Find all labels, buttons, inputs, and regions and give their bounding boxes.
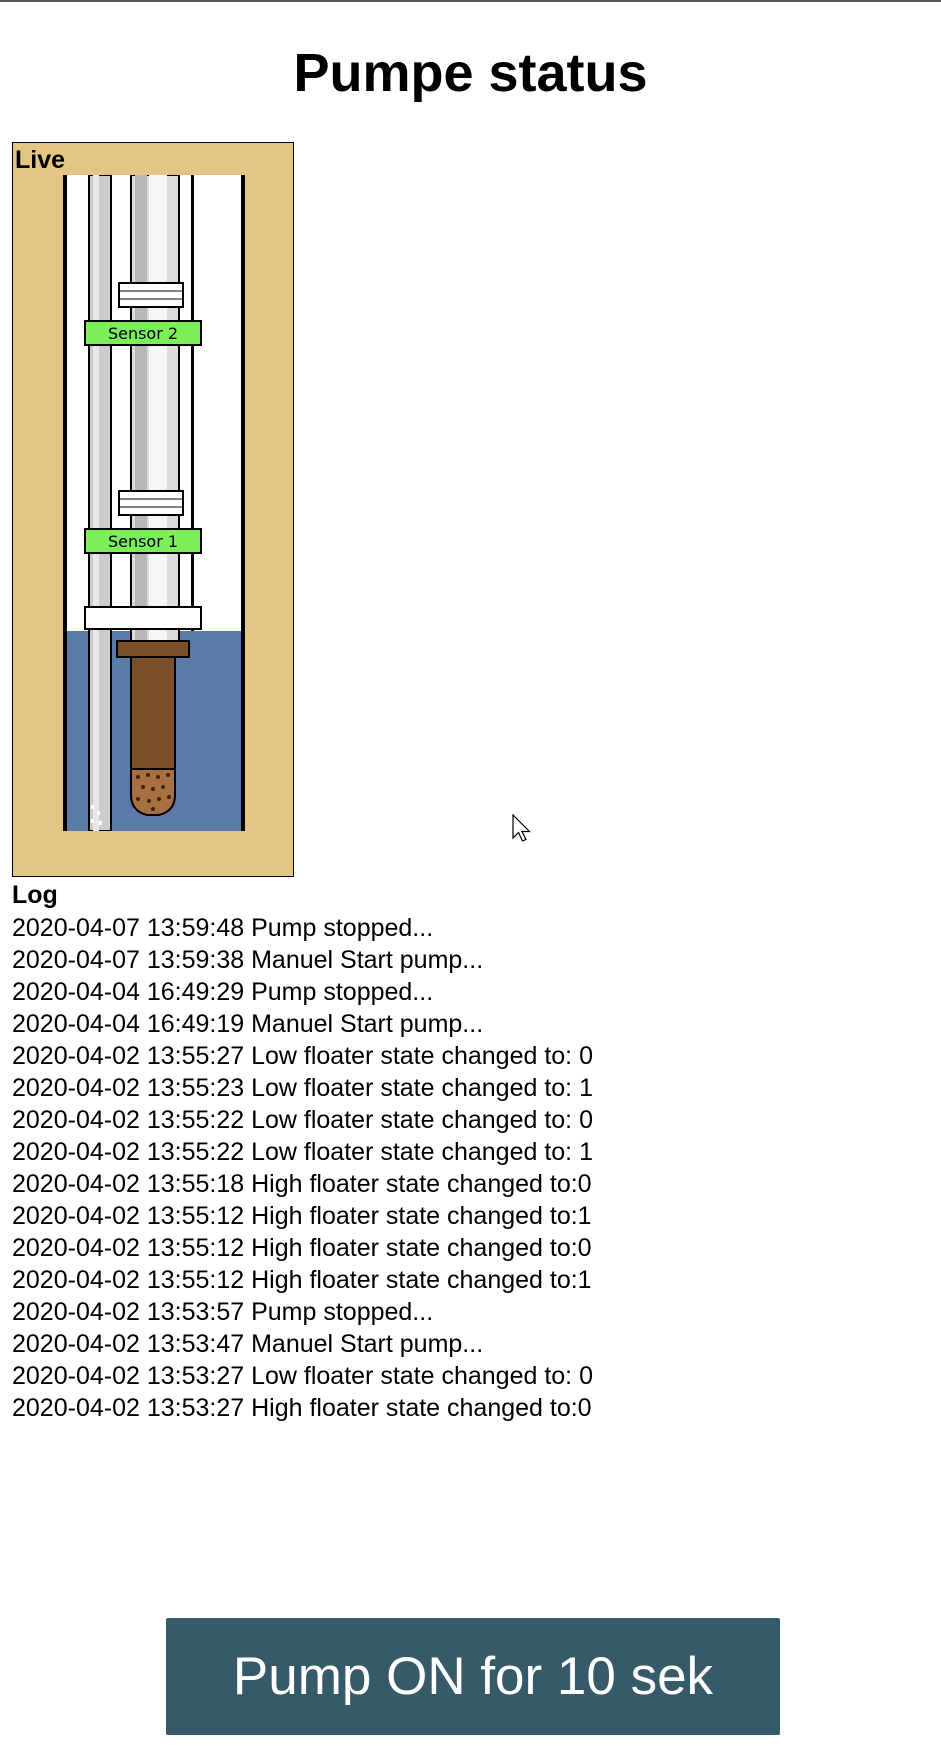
log-entry: 2020-04-04 16:49:29 Pump stopped... xyxy=(12,978,434,1006)
float-pipe xyxy=(88,175,112,831)
well-wall-left xyxy=(63,175,67,831)
log-entry: 2020-04-07 13:59:38 Manuel Start pump... xyxy=(12,946,484,974)
live-label: Live xyxy=(15,146,66,174)
log-title: Log xyxy=(12,881,58,909)
log-entry: 2020-04-02 13:55:23 Low floater state ch… xyxy=(12,1074,593,1102)
mouse-pointer-icon xyxy=(512,814,531,842)
log-entry: 2020-04-02 13:53:57 Pump stopped... xyxy=(12,1298,434,1326)
pump-on-button[interactable]: Pump ON for 10 sek xyxy=(166,1618,780,1735)
log-entry: 2020-04-02 13:55:22 Low floater state ch… xyxy=(12,1138,593,1166)
top-border xyxy=(0,0,941,2)
live-panel: Live Sensor 2 Sensor 1 xyxy=(12,142,294,877)
floater-clamp-2 xyxy=(118,282,184,308)
log-entry: 2020-04-02 13:55:12 High floater state c… xyxy=(12,1266,592,1294)
log-entry: 2020-04-07 13:59:48 Pump stopped... xyxy=(12,914,434,942)
sensor-2-label: Sensor 2 xyxy=(108,324,178,343)
sensor-1-label: Sensor 1 xyxy=(108,532,178,551)
log-entry: 2020-04-02 13:53:47 Manuel Start pump... xyxy=(12,1330,484,1358)
pump-body xyxy=(130,656,176,770)
log-entry: 2020-04-04 16:49:19 Manuel Start pump... xyxy=(12,1010,484,1038)
log-entry: 2020-04-02 13:55:22 Low floater state ch… xyxy=(12,1106,593,1134)
log-list: 2020-04-07 13:59:48 Pump stopped... 2020… xyxy=(12,912,593,1424)
page-title: Pumpe status xyxy=(293,43,648,103)
floater-clamp-1 xyxy=(118,490,184,516)
cable xyxy=(191,175,194,631)
well-wall-right xyxy=(241,175,245,831)
log-entry: 2020-04-02 13:55:12 High floater state c… xyxy=(12,1202,592,1230)
pump-well-diagram: Sensor 2 Sensor 1 xyxy=(63,175,245,831)
log-entry: 2020-04-02 13:55:12 High floater state c… xyxy=(12,1234,592,1262)
log-entry: 2020-04-02 13:55:27 Low floater state ch… xyxy=(12,1042,593,1070)
log-entry: 2020-04-02 13:53:27 High floater state c… xyxy=(12,1394,592,1422)
pump-head xyxy=(116,640,190,658)
pump-bracket xyxy=(84,606,202,630)
log-entry: 2020-04-02 13:55:18 High floater state c… xyxy=(12,1170,592,1198)
log-entry: 2020-04-02 13:53:27 Low floater state ch… xyxy=(12,1362,593,1390)
